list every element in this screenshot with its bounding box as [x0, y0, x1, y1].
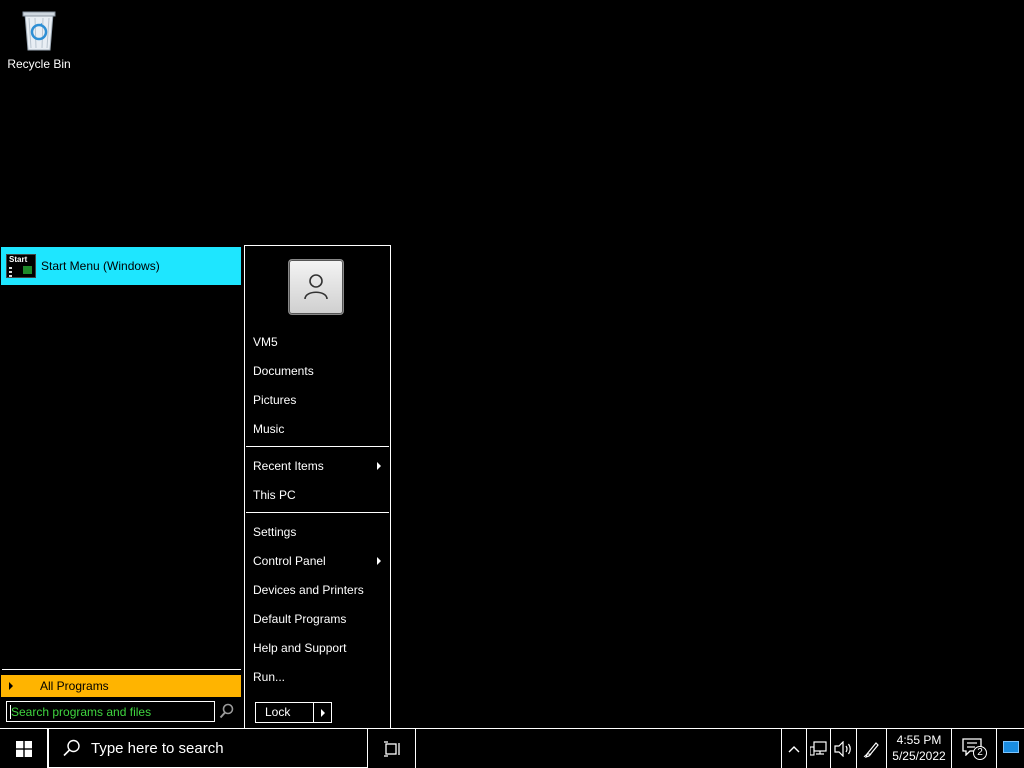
- show-hidden-icons-button[interactable]: [781, 729, 806, 768]
- pen-workspace-button[interactable]: [856, 729, 886, 768]
- menu-item-documents[interactable]: Documents: [253, 362, 383, 380]
- speaker-icon: [833, 740, 851, 757]
- menu-item-music[interactable]: Music: [253, 420, 383, 438]
- pinned-item-start-menu-windows[interactable]: Start Start Menu (Windows): [1, 247, 241, 285]
- clock-time: 4:55 PM: [896, 733, 942, 747]
- lock-button[interactable]: Lock: [256, 703, 314, 722]
- all-programs-label: All Programs: [40, 679, 109, 693]
- divider: [246, 446, 389, 447]
- divider: [2, 669, 241, 670]
- chevron-up-icon: [788, 745, 800, 752]
- menu-item-default-programs[interactable]: Default Programs: [253, 610, 383, 628]
- user-avatar[interactable]: [288, 259, 344, 315]
- menu-item-devices-and-printers[interactable]: Devices and Printers: [253, 581, 383, 599]
- windows-logo-icon: [15, 740, 32, 757]
- network-icon: [809, 740, 827, 756]
- show-desktop-icon: [1003, 741, 1019, 753]
- taskbar: Type here to search 4:55 PM 5/25/2022 2: [0, 728, 1024, 768]
- clock[interactable]: 4:55 PM 5/25/2022: [886, 729, 952, 768]
- notification-icon: 2: [962, 737, 987, 760]
- notification-count-badge: 2: [973, 745, 987, 760]
- menu-item-run[interactable]: Run...: [253, 668, 383, 686]
- task-view-button[interactable]: [368, 729, 416, 768]
- start-menu-app-icon: Start: [6, 254, 36, 278]
- menu-item-this-pc[interactable]: This PC: [253, 486, 383, 504]
- task-view-icon: [383, 740, 400, 757]
- search-programs-input[interactable]: [7, 704, 214, 719]
- desktop-icon-recycle-bin[interactable]: Recycle Bin: [4, 6, 74, 71]
- chevron-right-icon: [321, 709, 325, 717]
- show-desktop-button[interactable]: [996, 729, 1024, 768]
- chevron-right-icon: [377, 557, 381, 565]
- taskbar-search-box[interactable]: Type here to search: [48, 729, 368, 768]
- start-menu: Start Start Menu (Windows) All Programs: [0, 245, 391, 728]
- desktop-icon-label: Recycle Bin: [7, 57, 71, 71]
- search-icon: [63, 739, 80, 757]
- start-button[interactable]: [0, 729, 48, 768]
- pinned-item-label: Start Menu (Windows): [41, 259, 160, 273]
- power-options-button[interactable]: [314, 703, 331, 722]
- menu-item-help-and-support[interactable]: Help and Support: [253, 639, 383, 657]
- taskbar-search-placeholder: Type here to search: [91, 739, 224, 757]
- pen-icon: [863, 741, 879, 758]
- network-button[interactable]: [806, 729, 830, 768]
- search-icon[interactable]: [219, 703, 235, 719]
- menu-item-vm5[interactable]: VM5: [253, 333, 383, 351]
- menu-item-control-panel[interactable]: Control Panel: [253, 552, 383, 570]
- start-menu-right-pane: VM5 Documents Pictures Music Recent Item…: [244, 245, 391, 728]
- menu-item-pictures[interactable]: Pictures: [253, 391, 383, 409]
- menu-item-settings[interactable]: Settings: [253, 523, 383, 541]
- action-center-button[interactable]: 2: [952, 729, 996, 768]
- recycle-bin-icon: [19, 6, 59, 52]
- volume-button[interactable]: [830, 729, 856, 768]
- chevron-right-icon: [9, 682, 13, 690]
- start-menu-left-pane: Start Start Menu (Windows) All Programs: [0, 245, 243, 728]
- all-programs-button[interactable]: All Programs: [1, 675, 241, 697]
- text-caret: [10, 705, 11, 719]
- clock-date: 5/25/2022: [892, 749, 946, 763]
- user-icon: [304, 274, 328, 300]
- chevron-right-icon: [377, 462, 381, 470]
- divider: [246, 512, 389, 513]
- lock-button-group: Lock: [255, 702, 332, 723]
- search-programs-field[interactable]: [6, 701, 215, 722]
- menu-item-recent-items[interactable]: Recent Items: [253, 457, 383, 475]
